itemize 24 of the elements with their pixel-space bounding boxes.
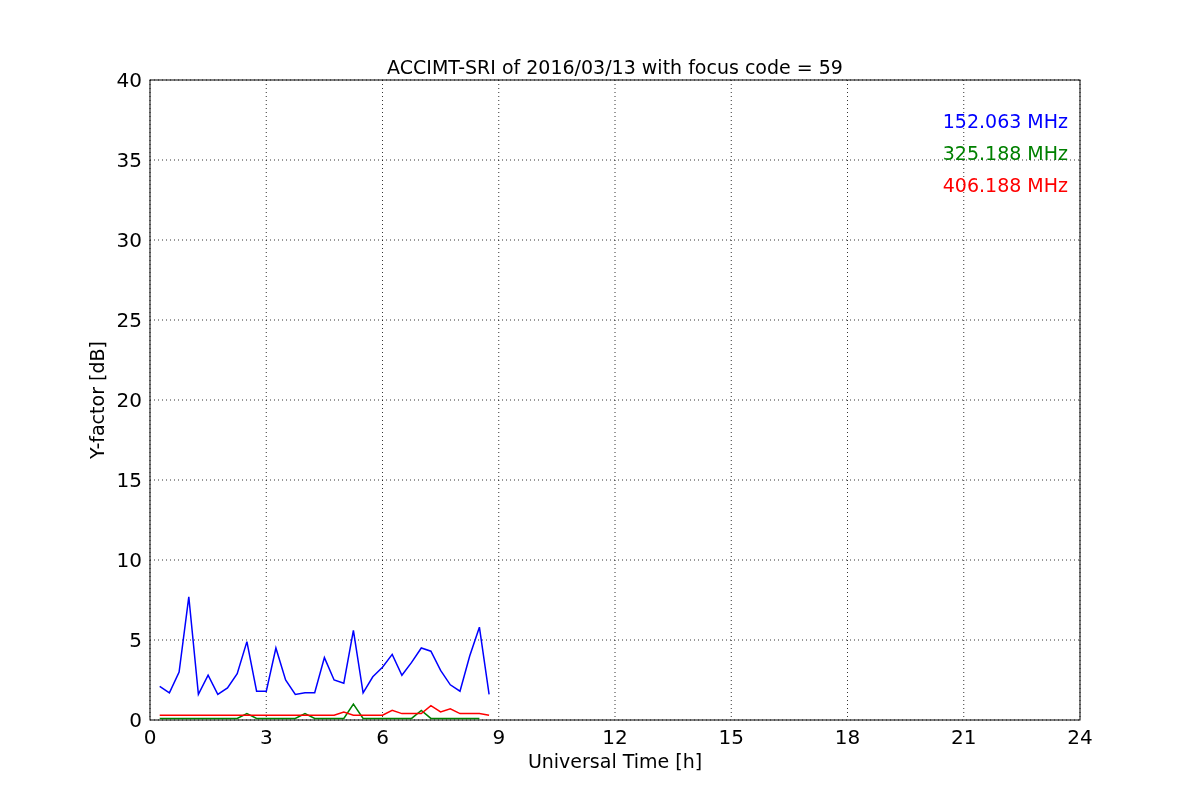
x-tick-label: 21 bbox=[951, 725, 977, 749]
legend-label: 406.188 MHz bbox=[942, 174, 1068, 196]
y-tick-label: 5 bbox=[129, 628, 142, 652]
x-tick-label: 18 bbox=[834, 725, 861, 749]
y-tick-label: 10 bbox=[116, 548, 142, 572]
y-tick-label: 30 bbox=[116, 228, 142, 252]
x-tick-label: 3 bbox=[259, 725, 273, 749]
x-tick-label: 6 bbox=[376, 725, 389, 749]
y-tick-label: 40 bbox=[116, 68, 142, 92]
y-tick-label: 15 bbox=[116, 468, 142, 492]
chart-title: ACCIMT-SRI of 2016/03/13 with focus code = 59 bbox=[387, 56, 843, 78]
legend-label: 325.188 MHz bbox=[942, 142, 1068, 164]
x-tick-label: 9 bbox=[492, 725, 506, 749]
x-tick-label: 24 bbox=[1067, 725, 1093, 749]
x-tick-label: 15 bbox=[718, 725, 744, 749]
y-tick-label: 20 bbox=[116, 388, 142, 412]
legend-label: 152.063 MHz bbox=[942, 110, 1068, 132]
y-tick-label: 25 bbox=[116, 308, 142, 332]
x-axis-label: Universal Time [h] bbox=[527, 750, 703, 772]
y-axis-label: Y-factor [dB] bbox=[86, 341, 108, 459]
y-tick-label: 0 bbox=[129, 708, 142, 732]
x-tick-label: 12 bbox=[602, 725, 628, 749]
x-tick-label: 0 bbox=[143, 725, 157, 749]
y-tick-label: 35 bbox=[116, 148, 142, 172]
